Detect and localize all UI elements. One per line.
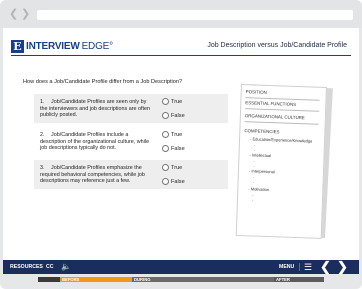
- blank-line-marker: -: [251, 197, 254, 203]
- cc-button[interactable]: CC: [46, 264, 54, 270]
- false-option[interactable]: False: [162, 145, 185, 152]
- resources-button[interactable]: RESOURCES: [10, 264, 43, 270]
- forward-icon[interactable]: ❯: [21, 9, 30, 20]
- logo-text: INTERVIEW EDGE°: [26, 40, 113, 52]
- false-option[interactable]: False: [162, 112, 185, 119]
- competency-item: - Education/Experience/Knowledge: [250, 136, 313, 144]
- sheet-label-competencies: COMPETENCIES: [244, 128, 280, 135]
- toolbar-divider: [299, 263, 300, 271]
- item-text: 2. Job/Candidate Profiles include a descr…: [40, 132, 150, 152]
- course-slide: E INTERVIEW EDGE° Job Description versus …: [3, 28, 359, 260]
- progress-completed: [38, 277, 60, 282]
- radio-button[interactable]: [162, 131, 169, 138]
- lesson-title: Job Description versus Job/Candidate Pro…: [207, 42, 347, 49]
- false-option[interactable]: False: [162, 178, 185, 185]
- competency-item: - Intellectual: [249, 152, 272, 159]
- competency-item: - Interpersonal: [248, 168, 275, 175]
- competency-item: - Motivation: [248, 186, 270, 193]
- interview-edge-logo: E INTERVIEW EDGE°: [11, 39, 113, 53]
- radio-button[interactable]: [162, 98, 169, 105]
- browser-window: ❮ ❯ E INTERVIEW EDGE° Job Description ver…: [0, 0, 362, 289]
- header-divider: [11, 55, 351, 56]
- true-option[interactable]: True: [162, 131, 182, 138]
- sheet-label-organizational-culture: ORGANIZATIONAL CULTURE: [244, 113, 305, 121]
- blank-line-marker: -: [252, 179, 255, 185]
- stage-after[interactable]: AFTER: [274, 277, 324, 282]
- volume-icon[interactable]: 🔈: [61, 262, 71, 272]
- logo-mark: E: [11, 39, 24, 53]
- radio-button[interactable]: [162, 112, 169, 119]
- question-item: 2. Job/Candidate Profiles include a descr…: [34, 127, 228, 156]
- question-item: 3. Job/Candidate Profiles emphasize the r…: [34, 160, 228, 189]
- lesson-progress-bar: BEFORE DURING AFTER: [38, 277, 324, 282]
- stage-before[interactable]: BEFORE: [60, 277, 132, 282]
- true-option[interactable]: True: [162, 98, 182, 105]
- previous-arrow-icon[interactable]: ❮: [320, 260, 331, 274]
- stage-during[interactable]: DURING: [132, 277, 274, 282]
- profile-sheet: POSITION ESSENTIAL FUNCTIONS ORGANIZATIO…: [235, 84, 327, 239]
- radio-button[interactable]: [162, 145, 169, 152]
- sheet-label-position: POSITION: [245, 89, 267, 95]
- next-arrow-icon[interactable]: ❯: [337, 260, 348, 274]
- menu-list-icon[interactable]: ☰: [304, 262, 312, 272]
- true-option[interactable]: True: [162, 164, 182, 171]
- address-bar[interactable]: [37, 10, 353, 20]
- item-text: 1. Job/Candidate Profiles are seen only b…: [40, 99, 150, 119]
- back-icon[interactable]: ❮: [9, 9, 18, 20]
- sheet-label-essential-functions: ESSENTIAL FUNCTIONS: [245, 100, 297, 107]
- course-player-toolbar: RESOURCES CC 🔈 MENU ☰ ❮ ❯: [3, 260, 359, 274]
- question-prompt: How does a Job/Candidate Profile differ …: [23, 79, 183, 85]
- menu-button[interactable]: MENU: [279, 264, 294, 270]
- sheet-rule: [244, 121, 319, 125]
- item-text: 3. Job/Candidate Profiles emphasize the r…: [40, 165, 145, 185]
- radio-button[interactable]: [162, 178, 169, 185]
- sheet-rule: [245, 108, 320, 112]
- radio-button[interactable]: [162, 164, 169, 171]
- question-item: 1. Job/Candidate Profiles are seen only b…: [34, 94, 228, 123]
- browser-toolbar: ❮ ❯: [0, 0, 362, 28]
